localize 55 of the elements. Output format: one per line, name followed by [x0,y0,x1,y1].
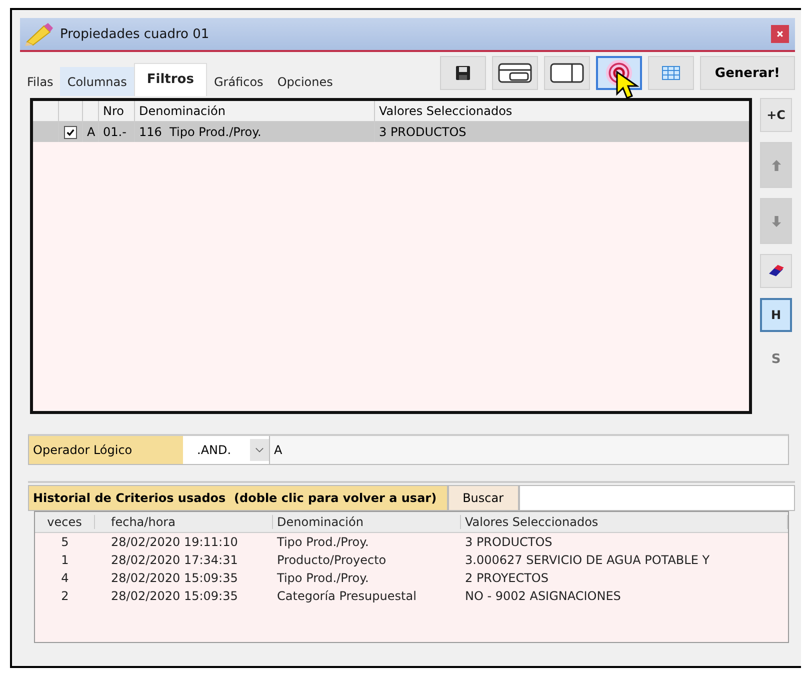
table-cell-text: 4 [60,571,70,585]
table-cell-text: 1 [60,553,70,567]
table-cell-text: 3 PRODUCTOS [378,124,468,141]
table-cell-text: 28/02/2020 19:11:10 [110,535,239,549]
arrow-down-icon [770,214,782,228]
arrow-up-icon [770,158,782,172]
save-button[interactable] [440,56,486,90]
table-cell-text: 28/02/2020 17:34:31 [110,553,239,567]
column-header: fecha/hora [95,515,273,529]
side-button[interactable]: S [760,342,792,376]
history-title: Historial de Criterios usados (doble clic para volver a usar) [28,485,448,511]
generate-button[interactable]: Generar! [700,56,795,90]
table-cell: 116 Tipo Prod./Proy. [135,122,375,142]
table-cell-text: Producto/Proyecto [276,553,388,567]
column-header: Denominación [273,515,461,529]
filter-row[interactable]: A 01.- 116 Tipo Prod./Proy. 3 PRODUCTOS [33,122,749,142]
column-header: Valores Seleccionados [461,515,788,529]
search-button[interactable]: Buscar [448,485,519,511]
tab[interactable]: Columnas [60,67,134,96]
layout-icon [550,63,584,83]
expression-field[interactable]: A [269,436,788,464]
column-header: Nro [99,101,135,121]
operator-dropdown[interactable]: .AND. [183,436,269,464]
table-cell-text: 28/02/2020 15:09:35 [110,571,239,585]
close-button[interactable] [771,25,789,43]
caret-icon [250,439,269,461]
column-header: Denominación [135,101,375,121]
column-header: veces [35,515,95,529]
table-cell-text: 3 PRODUCTOS [464,535,554,549]
table-cell-text: 2 PROYECTOS [464,571,550,585]
table-cell: 01.- [99,122,135,142]
eraser-button[interactable] [760,254,792,288]
eraser-icon [767,264,785,278]
pencil-icon [24,22,54,46]
search-field[interactable] [518,485,795,511]
close-icon [776,30,784,38]
table-cell-text: NO - 9002 ASIGNACIONES [464,589,622,603]
table-cell-text: Categoría Presupuestal [276,589,418,603]
table-cell-text: 5 [60,535,70,549]
table-cell-text: Tipo Prod./Proy. [276,571,370,585]
operator-label: Operador Lógico [29,436,183,464]
side-button[interactable]: H [760,298,792,332]
mouse-cursor-icon [614,70,641,102]
column-header: Valores Seleccionados [378,103,514,120]
layout-icon [498,63,532,83]
side-button[interactable]: +C [760,98,792,132]
table-cell-text: 28/02/2020 15:09:35 [110,589,239,603]
table-cell: A [83,122,99,142]
window-title: Propiedades cuadro 01 [60,26,210,42]
table-icon [662,66,680,80]
table-cell-text: Tipo Prod./Proy. [276,535,370,549]
checkbox[interactable] [64,126,77,138]
tab[interactable]: Filtros [134,63,207,96]
table-cell-text: 3.000627 SERVICIO DE AGUA POTABLE Y [464,553,711,567]
table-cell-text: 2 [60,589,70,603]
